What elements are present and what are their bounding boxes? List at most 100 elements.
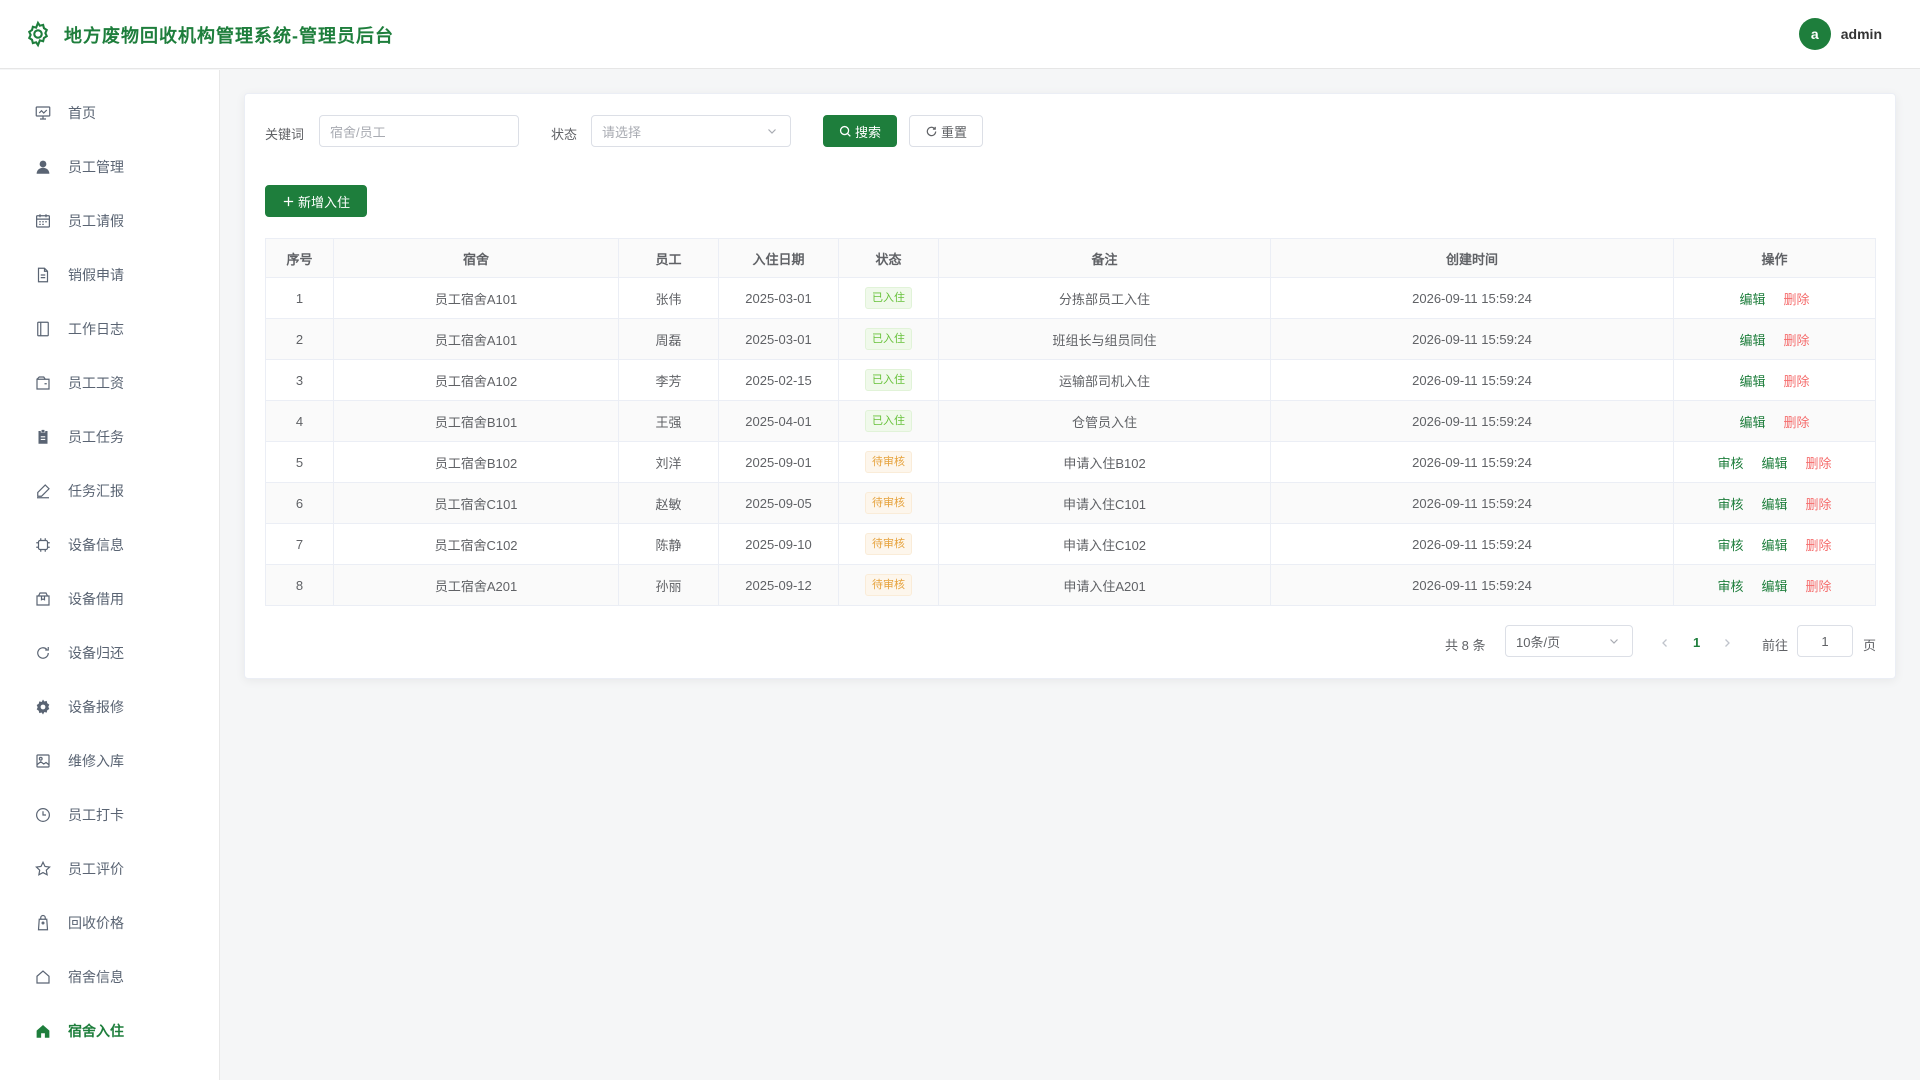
table-row: 1 员工宿舍A101 张伟 2025-03-01 已入住 分拣部员工入住 202… [265,277,1876,319]
page-number-current[interactable]: 1 [1693,635,1700,650]
review-link[interactable]: 审核 [1717,456,1743,471]
sidebar-item-employees[interactable]: 员工管理 [0,147,219,187]
sidebar-item-dorm-info[interactable]: 宿舍信息 [0,957,219,997]
delete-link[interactable]: 删除 [1806,497,1832,512]
cell-no: 3 [265,359,334,401]
sidebar: 首页 员工管理 员工请假 销假申请 工作日志 员工工资 员工任务 任务汇报 设备… [0,70,220,1080]
cell-dorm: 员工宿舍C101 [333,482,619,524]
sidebar-item-equipment-repair[interactable]: 设备报修 [0,687,219,727]
box-icon [36,592,50,606]
prev-page-icon[interactable] [1659,637,1671,649]
sidebar-item-equipment-info[interactable]: 设备信息 [0,525,219,565]
add-checkin-button[interactable]: 新增入住 [265,185,367,217]
house-icon [36,970,50,984]
sidebar-item-salary[interactable]: 员工工资 [0,363,219,403]
cell-dorm: 员工宿舍B101 [333,400,619,442]
next-page-icon[interactable] [1721,637,1733,649]
cell-date: 2025-09-01 [718,441,839,483]
cell-actions: 编辑 删除 [1673,318,1876,360]
sidebar-item-evaluation[interactable]: 员工评价 [0,849,219,889]
cell-actions: 审核 编辑 删除 [1673,441,1876,483]
cell-remark: 运输部司机入住 [938,359,1271,401]
keyword-input[interactable]: 宿舍/员工 [319,115,519,147]
edit-link[interactable]: 编辑 [1761,538,1787,553]
column-header: 序号 [265,238,334,278]
goto-page-value: 1 [1821,633,1829,649]
edit-link[interactable]: 编辑 [1761,579,1787,594]
reset-button[interactable]: 重置 [909,115,983,147]
cell-actions: 编辑 删除 [1673,277,1876,319]
sidebar-item-leave[interactable]: 员工请假 [0,201,219,241]
edit-link[interactable]: 编辑 [1761,456,1787,471]
house-filled-icon [36,1025,50,1038]
username[interactable]: admin [1841,26,1882,42]
delete-link[interactable]: 删除 [1806,579,1832,594]
sidebar-item-task-report[interactable]: 任务汇报 [0,471,219,511]
status-badge: 已入住 [865,287,912,309]
page-suffix: 页 [1863,638,1877,653]
delete-link[interactable]: 删除 [1784,415,1810,430]
column-header: 状态 [838,238,939,278]
gear-logo-icon [27,20,49,48]
cell-remark: 申请入住C102 [938,523,1271,565]
add-checkin-label: 新增入住 [297,194,350,210]
delete-link[interactable]: 删除 [1806,456,1832,471]
cell-created: 2026-09-11 15:59:24 [1270,564,1674,606]
cell-created: 2026-09-11 15:59:24 [1270,523,1674,565]
cell-remark: 班组长与组员同住 [938,318,1271,360]
cell-no: 4 [265,400,334,442]
table-row: 6 员工宿舍C101 赵敏 2025-09-05 待审核 申请入住C101 20… [265,482,1876,524]
cell-created: 2026-09-11 15:59:24 [1270,359,1674,401]
status-select[interactable]: 请选择 [591,115,791,147]
review-link[interactable]: 审核 [1717,497,1743,512]
sidebar-item-repair-storage[interactable]: 维修入库 [0,741,219,781]
cell-remark: 申请入住C101 [938,482,1271,524]
status-badge: 已入住 [865,369,912,391]
sidebar-item-equipment-borrow[interactable]: 设备借用 [0,579,219,619]
cell-status: 已入住 [838,400,939,442]
sidebar-item-label: 设备归还 [68,645,124,661]
goto-page-input[interactable]: 1 [1797,625,1853,657]
refresh-icon [37,647,49,659]
cell-actions: 审核 编辑 删除 [1673,523,1876,565]
cell-status: 待审核 [838,482,939,524]
sidebar-item-clock-in[interactable]: 员工打卡 [0,795,219,835]
cell-date: 2025-04-01 [718,400,839,442]
edit-link[interactable]: 编辑 [1739,415,1765,430]
sidebar-item-tasks[interactable]: 员工任务 [0,417,219,457]
chevron-down-icon [1610,639,1618,644]
sidebar-item-label: 员工打卡 [68,807,124,823]
search-button-label: 搜索 [854,124,881,140]
delete-link[interactable]: 删除 [1784,333,1810,348]
sidebar-item-home[interactable]: 首页 [0,93,219,133]
clipboard-icon [38,429,48,444]
cell-date: 2025-03-01 [718,277,839,319]
sidebar-item-work-log[interactable]: 工作日志 [0,309,219,349]
page-size-select[interactable]: 10条/页 [1505,625,1633,657]
search-button[interactable]: 搜索 [823,115,897,147]
edit-link[interactable]: 编辑 [1739,374,1765,389]
user-menu[interactable]: a admin [1798,18,1882,50]
edit-link[interactable]: 编辑 [1739,292,1765,307]
review-link[interactable]: 审核 [1717,538,1743,553]
sidebar-item-dorm-checkin[interactable]: 宿舍入住 [0,1011,219,1051]
cell-dorm: 员工宿舍A101 [333,277,619,319]
page-size-value: 10条/页 [1516,634,1561,650]
plus-icon [283,196,294,206]
delete-link[interactable]: 删除 [1806,538,1832,553]
status-badge: 待审核 [865,574,912,596]
delete-link[interactable]: 删除 [1784,374,1810,389]
edit-link[interactable]: 编辑 [1739,333,1765,348]
table-row: 2 员工宿舍A101 周磊 2025-03-01 已入住 班组长与组员同住 20… [265,318,1876,360]
review-link[interactable]: 审核 [1717,579,1743,594]
cell-employee: 王强 [618,400,719,442]
cell-created: 2026-09-11 15:59:24 [1270,277,1674,319]
sidebar-item-equipment-return[interactable]: 设备归还 [0,633,219,673]
avatar[interactable]: a [1798,18,1831,50]
picture-icon [36,754,50,768]
sidebar-item-leave-cancel[interactable]: 销假申请 [0,255,219,295]
edit-link[interactable]: 编辑 [1761,497,1787,512]
sidebar-item-recycle-price[interactable]: 回收价格 [0,903,219,943]
delete-link[interactable]: 删除 [1784,292,1810,307]
cell-dorm: 员工宿舍A101 [333,318,619,360]
